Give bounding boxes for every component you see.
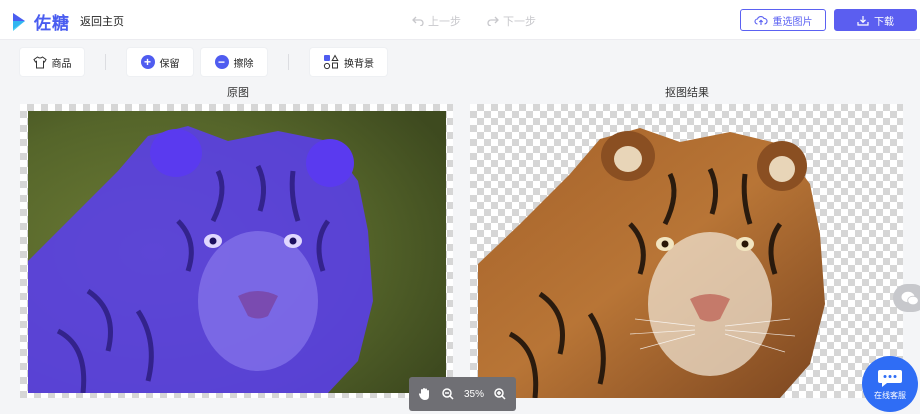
shapes-icon [323,54,339,70]
original-image-panel[interactable] [20,104,453,398]
history-controls: 上一步 下一步 [412,13,536,29]
shirt-icon [32,55,47,68]
zoom-toolbar: 35% [409,377,516,411]
logo-text: 佐糖 [34,14,70,33]
download-label: 下载 [874,16,894,28]
result-panel-title: 抠图结果 [665,87,709,99]
zoom-level: 35% [463,388,484,400]
goods-label: 商品 [51,58,72,70]
erase-brush-button[interactable]: − 擦除 [201,48,267,76]
back-home-link[interactable]: 返回主页 [80,13,124,29]
redo-icon [487,16,499,26]
undo-button[interactable]: 上一步 [412,13,461,29]
upload-cloud-icon [753,15,768,25]
plus-circle-icon: + [140,55,155,69]
reselect-image-button[interactable]: 重选图片 [740,9,826,31]
redo-label: 下一步 [503,16,536,28]
online-service-label: 在线客服 [874,390,906,400]
download-button[interactable]: 下载 [834,9,917,31]
zoom-in-icon[interactable] [493,387,507,401]
result-image[interactable] [470,104,903,398]
download-icon [857,15,869,26]
tiger-cutout-image [478,128,825,398]
tiger-original-image [28,111,446,393]
top-header: 佐糖 返回主页 上一步 下一步 重选图片 下载 [0,0,920,40]
goods-mode-button[interactable]: 商品 [20,48,84,76]
logo[interactable]: 佐糖 [10,9,70,34]
keep-label: 保留 [159,58,180,70]
undo-label: 上一步 [428,16,461,28]
online-service-button[interactable]: 在线客服 [862,356,918,412]
erase-label: 擦除 [233,58,254,70]
minus-circle-icon: − [214,55,229,69]
toolbar-divider [288,54,289,70]
undo-icon [412,16,424,26]
hand-icon[interactable] [418,387,432,401]
keep-brush-button[interactable]: + 保留 [127,48,193,76]
result-image-panel[interactable] [470,104,903,398]
logo-icon [13,12,25,31]
original-image[interactable] [28,111,446,393]
redo-button[interactable]: 下一步 [487,13,536,29]
toolbar-divider [105,54,106,70]
change-background-button[interactable]: 换背景 [310,48,387,76]
reselect-label: 重选图片 [772,16,813,28]
wechat-icon [901,291,919,305]
change-bg-label: 换背景 [344,58,374,70]
zoom-out-icon[interactable] [441,387,455,401]
chat-bubble-icon [878,369,902,387]
original-panel-title: 原图 [227,87,249,99]
wechat-float-button[interactable] [893,284,920,312]
